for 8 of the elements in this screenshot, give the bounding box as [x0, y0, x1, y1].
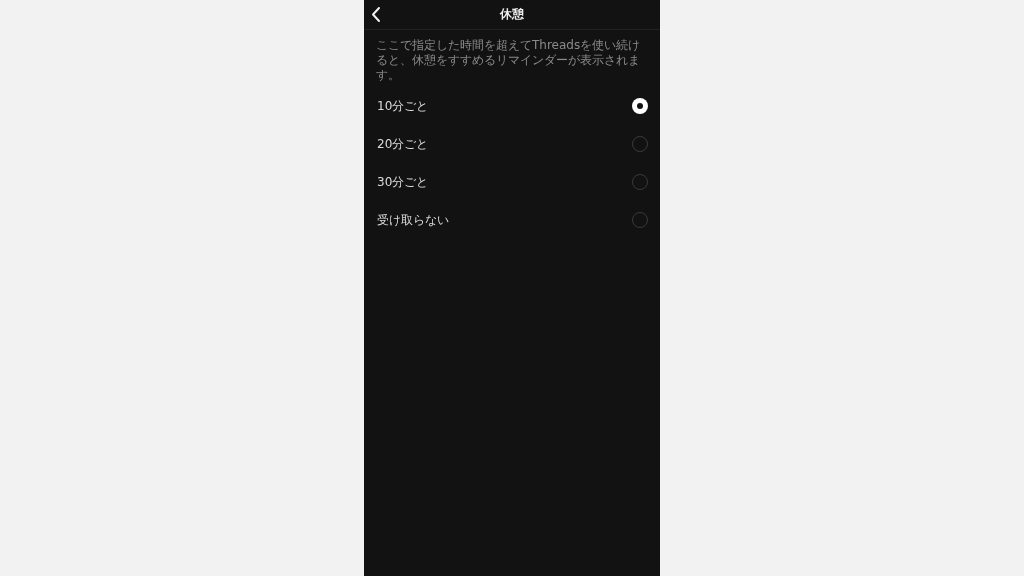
description-text: ここで指定した時間を超えてThreadsを使い続けると、休憩をすすめるリマインダーが表示されます。	[375, 37, 642, 84]
option-label[interactable]: 受け取らない	[377, 211, 449, 229]
back-icon[interactable]	[370, 6, 382, 23]
option-label[interactable]: 10分ごと	[377, 97, 429, 115]
option-label[interactable]: 20分ごと	[377, 135, 429, 153]
radio-button[interactable]	[632, 98, 648, 114]
screen-title: 休憩	[500, 6, 524, 23]
option-label[interactable]: 30分ごと	[377, 173, 429, 191]
